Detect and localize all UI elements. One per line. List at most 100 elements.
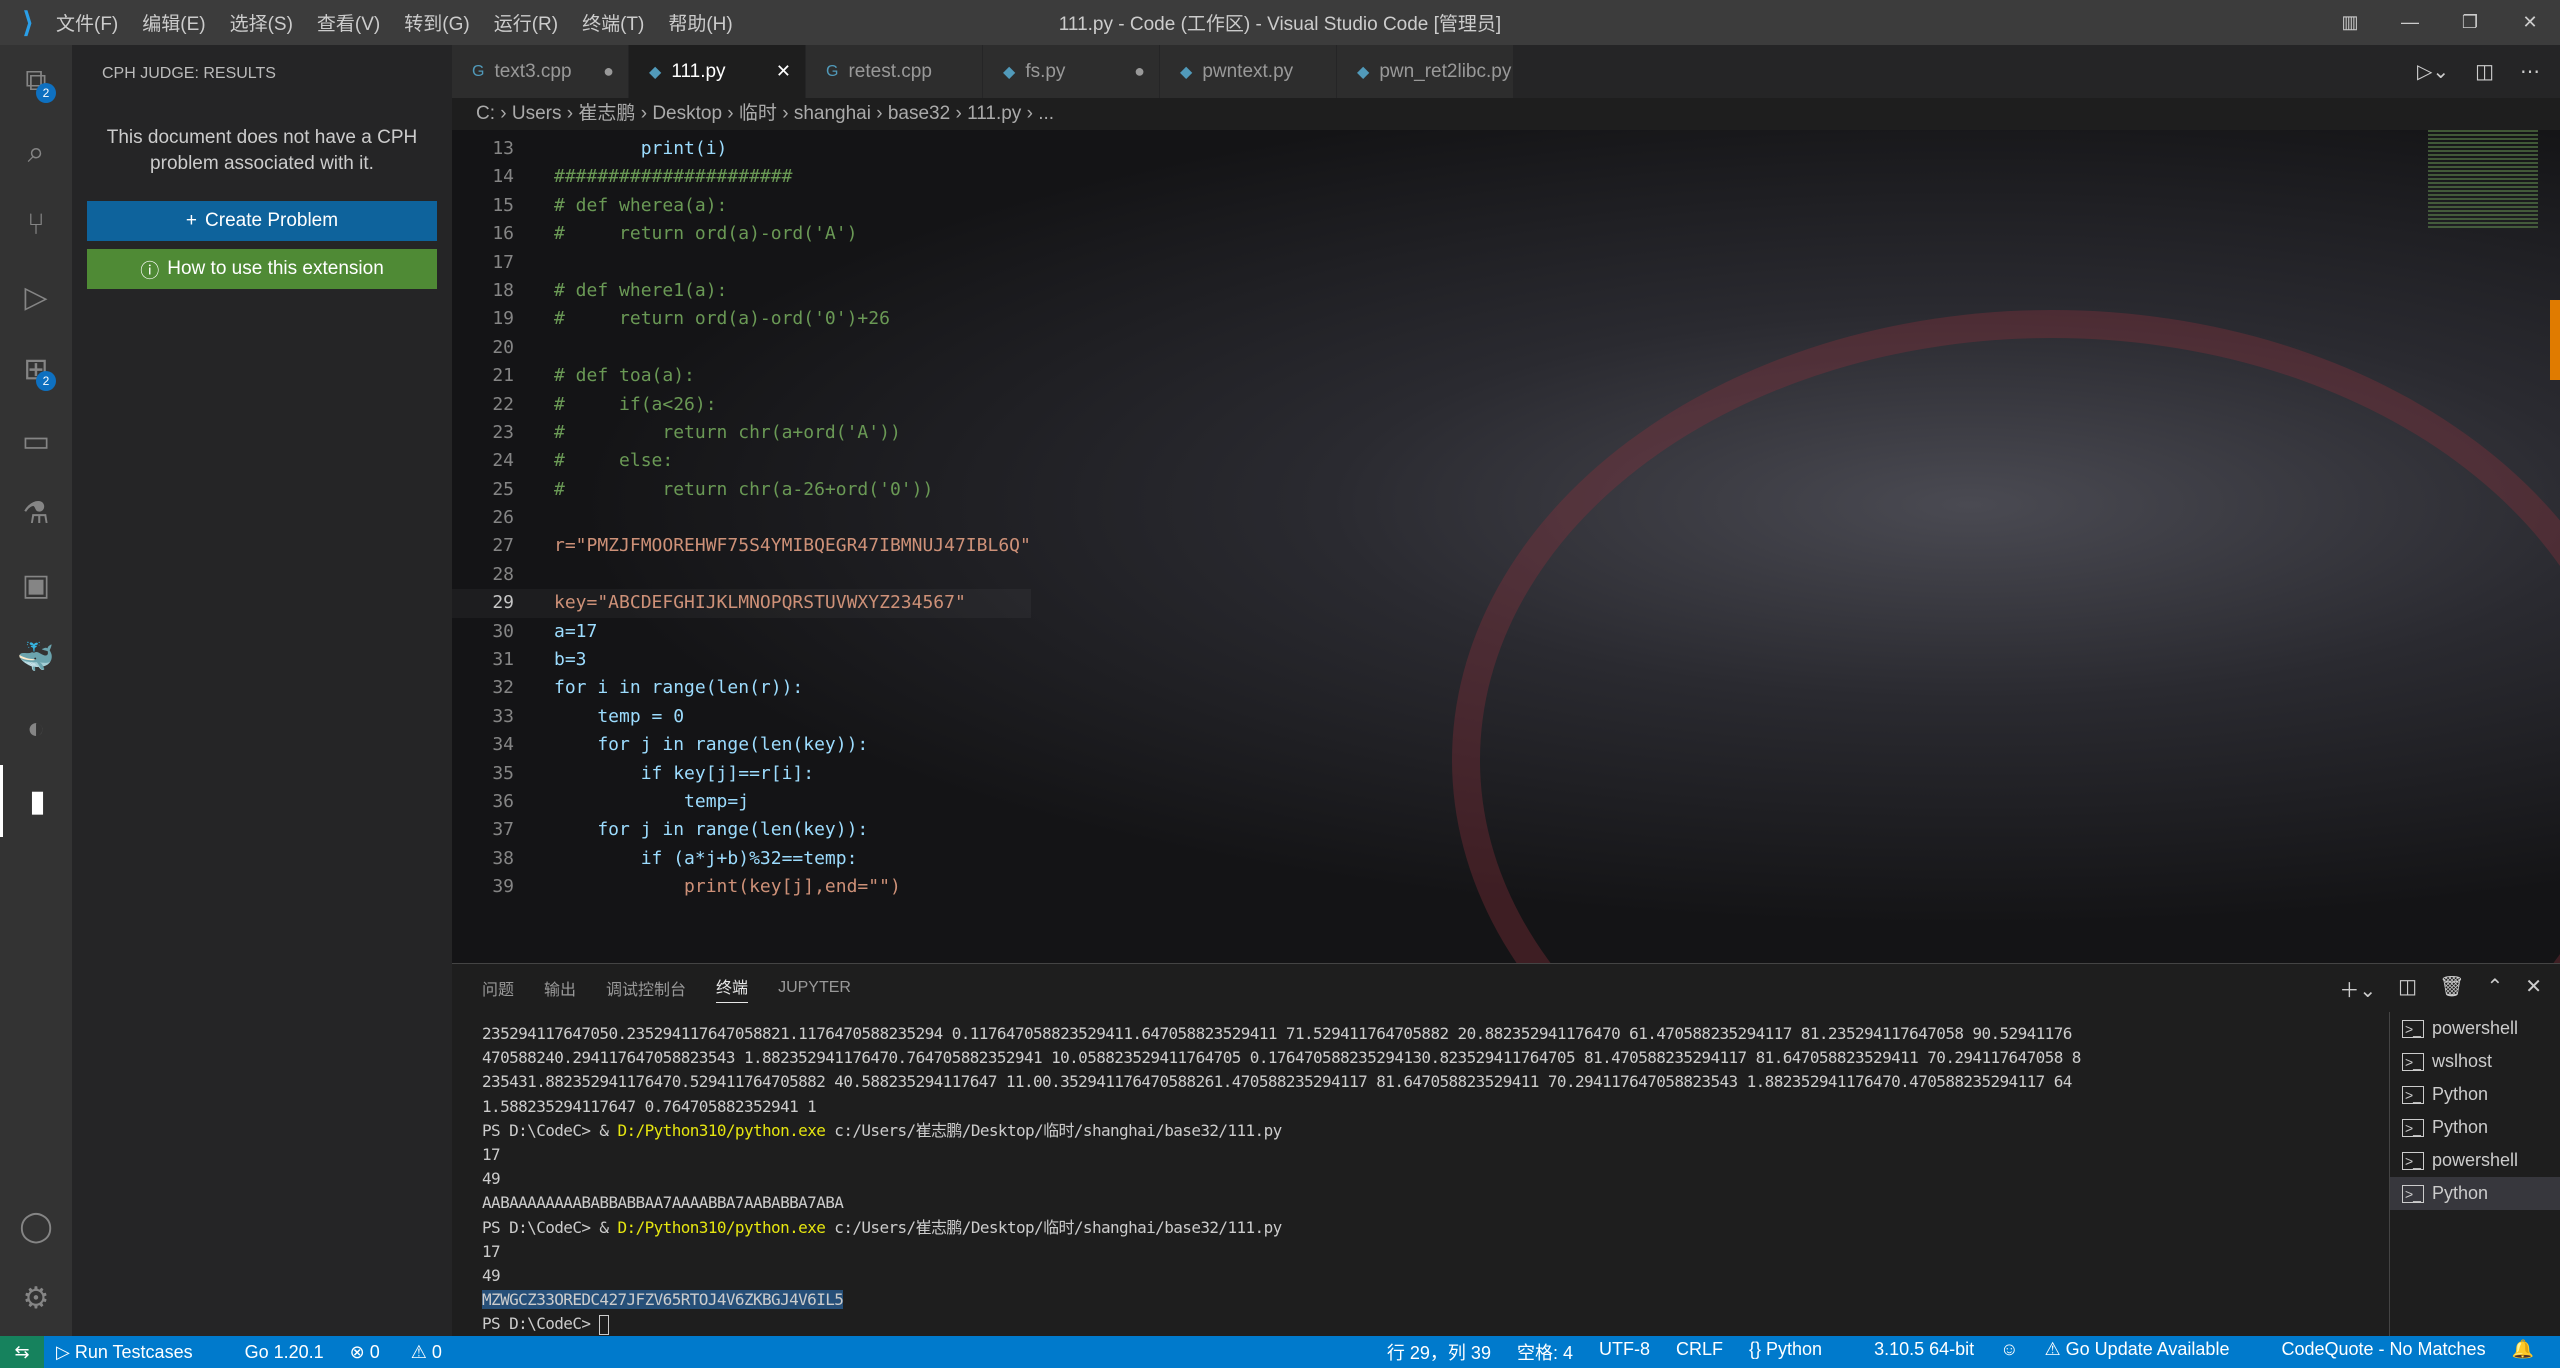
close-tab-icon[interactable]: ✕ [776,61,791,82]
source-control-icon[interactable]: ⑂ [0,189,72,261]
explorer-icon[interactable]: ⧉ 2 [0,45,72,117]
code-line[interactable]: 17 [452,249,1031,277]
go-version[interactable]: Go 1.20.1 [245,1342,324,1363]
problems-count[interactable]: ⊗ 0 ⚠ 0 [350,1342,468,1363]
breadcrumb-item[interactable]: ... [1038,103,1054,124]
account-icon[interactable]: ◯ [0,1190,72,1262]
maximize-panel-icon[interactable]: ⌃ [2486,974,2503,1003]
search-icon[interactable]: ⌕ [0,117,72,189]
cursor-position[interactable]: 行 29，列 39 [1387,1339,1491,1365]
code-line[interactable]: 36 temp=j [452,788,1031,816]
panel-tab[interactable]: JUPYTER [778,979,851,997]
close-panel-icon[interactable]: ✕ [2525,974,2542,1003]
breadcrumb-item[interactable]: Desktop [652,103,722,124]
code-line[interactable]: 26 [452,504,1031,532]
code-line[interactable]: 38 if (a*j+b)%32==temp: [452,845,1031,873]
docker-icon[interactable]: 🐳 [0,621,72,693]
copilot-icon[interactable]: ☺ [2000,1339,2018,1365]
panel-tab[interactable]: 调试控制台 [606,976,686,1000]
code-line[interactable]: 29 key="ABCDEFGHIJKLMNOPQRSTUVWXYZ234567" [452,589,1031,618]
menu-item[interactable]: 运行(R) [494,14,558,35]
code-line[interactable]: 27 r="PMZJFMOOREHWF75S4YMIBQEGR47IBMNUJ47… [452,532,1031,560]
breadcrumb-item[interactable]: 临时 [739,103,777,124]
terminal-instance[interactable]: >_ Python [2390,1111,2560,1144]
breadcrumb-item[interactable]: 111.py [967,103,1021,124]
code-line[interactable]: 15 # def wherea(a): [452,192,1031,220]
code-line[interactable]: 14 ###################### [452,163,1031,191]
split-editor-icon[interactable]: ◫ [2475,59,2494,84]
terminal-instance[interactable]: >_ wslhost [2390,1045,2560,1078]
breadcrumb-item[interactable]: Users [512,103,562,124]
kill-terminal-icon[interactable]: 🗑 [2439,974,2464,1003]
code-line[interactable]: 20 [452,334,1031,362]
unsaved-dot-icon[interactable]: ● [1134,61,1145,82]
breadcrumb-item[interactable]: C: [476,103,495,124]
minimize-button[interactable]: — [2380,12,2440,33]
code-line[interactable]: 23 # return chr(a+ord('A')) [452,419,1031,447]
terminal-instance[interactable]: >_ Python [2390,1177,2560,1210]
editor-scrollbar[interactable] [2550,300,2560,380]
code-line[interactable]: 32 for i in range(len(r)): [452,674,1031,702]
split-terminal-icon[interactable]: ◫ [2398,974,2417,1003]
run-debug-icon[interactable]: ▷ [0,261,72,333]
line-ending[interactable]: CRLF [1676,1339,1723,1365]
menu-item[interactable]: 文件(F) [56,14,118,35]
menu-item[interactable]: 编辑(E) [142,14,205,35]
go-update[interactable]: ⚠ Go Update Available [2045,1339,2256,1365]
breadcrumb-item[interactable]: base32 [888,103,950,124]
panel-tab[interactable]: 终端 [716,974,749,1003]
breadcrumb-item[interactable]: shanghai [794,103,871,124]
terminal-instance[interactable]: >_ powershell [2390,1144,2560,1177]
tab-text3-cpp[interactable]: Gtext3.cpp ● [452,45,629,98]
language-mode[interactable]: {} Python [1749,1339,1848,1365]
terminal-instance[interactable]: >_ Python [2390,1078,2560,1111]
layout-icon[interactable]: ▥ [2320,12,2380,33]
python-interpreter[interactable]: 3.10.5 64-bit [1874,1339,1974,1365]
code-line[interactable]: 13 print(i) [452,135,1031,163]
code-line[interactable]: 35 if key[j]==r[i]: [452,760,1031,788]
code-line[interactable]: 31 b=3 [452,646,1031,674]
settings-gear-icon[interactable]: ⚙ [0,1262,72,1334]
terminal-instance[interactable]: >_ powershell [2390,1012,2560,1045]
terminal-output[interactable]: 235294117647050.235294117647058821.11764… [482,1022,2382,1337]
code-line[interactable]: 25 # return chr(a-26+ord('0')) [452,476,1031,504]
code-editor[interactable]: 13 print(i) 14 ###################### 15 # d… [452,130,2560,963]
menu-item[interactable]: 转到(G) [404,14,469,35]
cph-icon[interactable]: ▮ [0,765,72,837]
code-line[interactable]: 37 for j in range(len(key)): [452,816,1031,844]
code-line[interactable]: 22 # if(a<26): [452,391,1031,419]
menu-item[interactable]: 查看(V) [317,14,380,35]
testing-icon[interactable]: ⚗ [0,477,72,549]
unsaved-dot-icon[interactable]: ● [603,61,614,82]
close-window-button[interactable]: ✕ [2500,12,2560,33]
panel-tab[interactable]: 输出 [544,976,576,1000]
minimap[interactable] [2428,130,2538,230]
edge-icon[interactable]: ◐ [0,693,72,765]
code-line[interactable]: 28 [452,561,1031,589]
code-line[interactable]: 19 # return ord(a)-ord('0')+26 [452,305,1031,333]
menu-item[interactable]: 帮助(H) [668,14,732,35]
menu-item[interactable]: 选择(S) [230,14,293,35]
breadcrumb-item[interactable]: 崔志鹏 [578,103,635,124]
extensions-icon[interactable]: ⊞ 2 [0,333,72,405]
indentation[interactable]: 空格: 4 [1517,1339,1573,1365]
restore-button[interactable]: ❐ [2440,12,2500,33]
tab-pwntext-py[interactable]: ◆ pwntext.py [1160,45,1337,98]
code-line[interactable]: 33 temp = 0 [452,703,1031,731]
code-line[interactable]: 18 # def where1(a): [452,277,1031,305]
remote-icon[interactable]: ⇆ [0,1336,44,1368]
panel-tab[interactable]: 问题 [482,976,514,1000]
notifications-icon[interactable]: 🔔 [2512,1339,2534,1365]
create-problem-button[interactable]: + Create Problem [87,201,437,241]
new-terminal-icon[interactable]: ＋⌄ [2339,974,2376,1003]
code-line[interactable]: 21 # def toa(a): [452,362,1031,390]
code-line[interactable]: 39 print(key[j],end="") [452,873,1031,901]
code-line[interactable]: 34 for j in range(len(key)): [452,731,1031,759]
tab-fs-py[interactable]: ◆ fs.py ● [983,45,1160,98]
run-testcases[interactable]: ▷ Run Testcases [56,1342,219,1363]
remote-explorer-icon[interactable]: ▭ [0,405,72,477]
tab-pwn_ret2libc-py[interactable]: ◆ pwn_ret2libc.py [1337,45,1514,98]
codequote[interactable]: CodeQuote - No Matches [2281,1339,2485,1365]
code-line[interactable]: 16 # return ord(a)-ord('A') [452,220,1031,248]
how-to-use-button[interactable]: ⓘ How to use this extension [87,249,437,289]
